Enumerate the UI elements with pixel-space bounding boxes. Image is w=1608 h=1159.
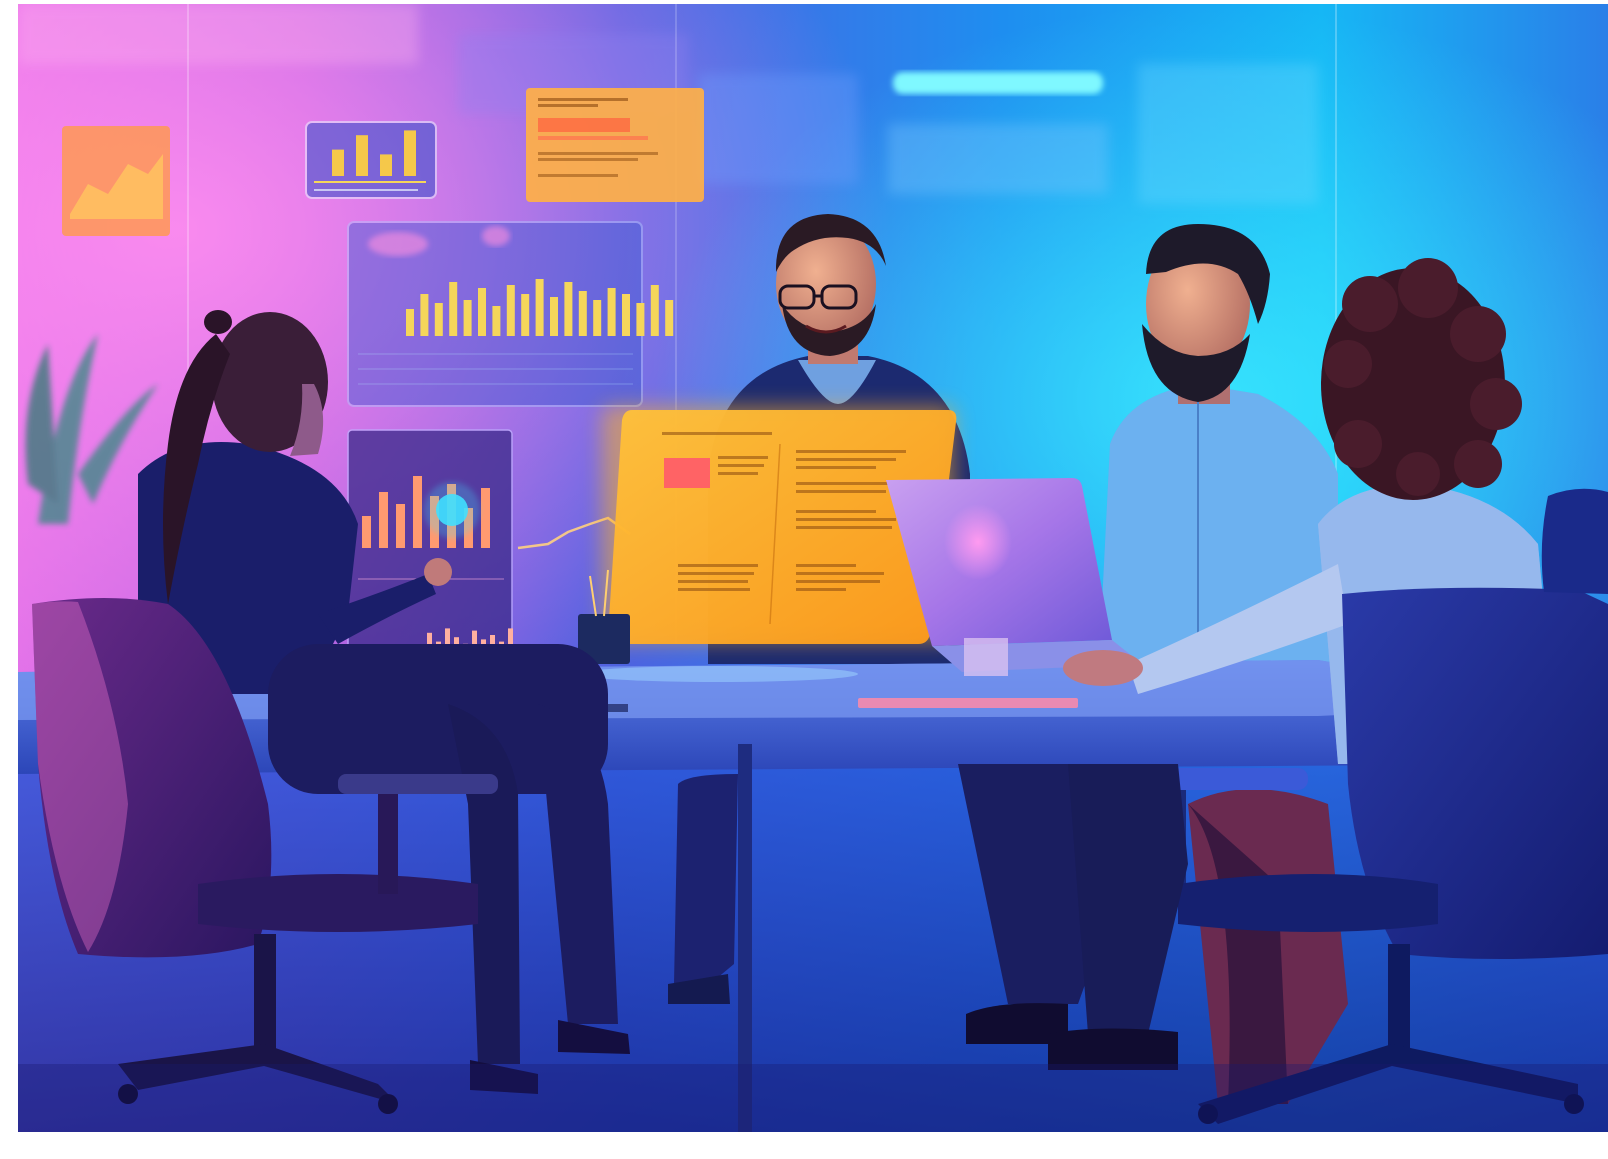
- hologram-bar: [404, 130, 416, 176]
- hologram-bar: [396, 504, 405, 548]
- hologram-bar: [578, 291, 587, 336]
- hologram-bar: [449, 282, 458, 336]
- hologram-bar: [481, 488, 490, 548]
- hologram-bar: [506, 285, 515, 336]
- hologram-bar: [356, 135, 368, 176]
- hologram-bar: [636, 303, 645, 336]
- hologram-bar: [379, 492, 388, 548]
- hologram-bar: [535, 279, 544, 336]
- hologram-bar: [521, 294, 530, 336]
- hologram-note-card: [526, 88, 704, 202]
- hologram-bar: [463, 300, 472, 336]
- hologram-bar: [564, 282, 573, 336]
- hologram-bar: [362, 516, 371, 548]
- notepad: [858, 698, 1078, 708]
- hologram-bar: [593, 300, 602, 336]
- hologram-bar: [622, 294, 630, 336]
- hologram-bar: [607, 288, 616, 336]
- hologram-bar: [434, 303, 443, 336]
- ceiling-light: [893, 72, 1103, 94]
- hologram-bar-chart-large: [347, 221, 674, 407]
- hologram-bar: [550, 297, 558, 336]
- hologram-bar: [332, 149, 344, 176]
- hologram-bar: [650, 285, 659, 336]
- hologram-bar: [406, 309, 414, 336]
- office-scene: [18, 4, 1608, 1132]
- hologram-trend-card: [62, 126, 170, 236]
- hologram-bar: [492, 306, 501, 336]
- hologram-bar: [420, 294, 429, 336]
- hologram-bar: [665, 300, 674, 336]
- hologram-bar: [478, 288, 486, 336]
- hologram-analytics-panel: [347, 429, 522, 677]
- hologram-bar: [413, 476, 422, 548]
- hologram-bar: [380, 154, 392, 176]
- hologram-bar-chart-small: [305, 121, 437, 199]
